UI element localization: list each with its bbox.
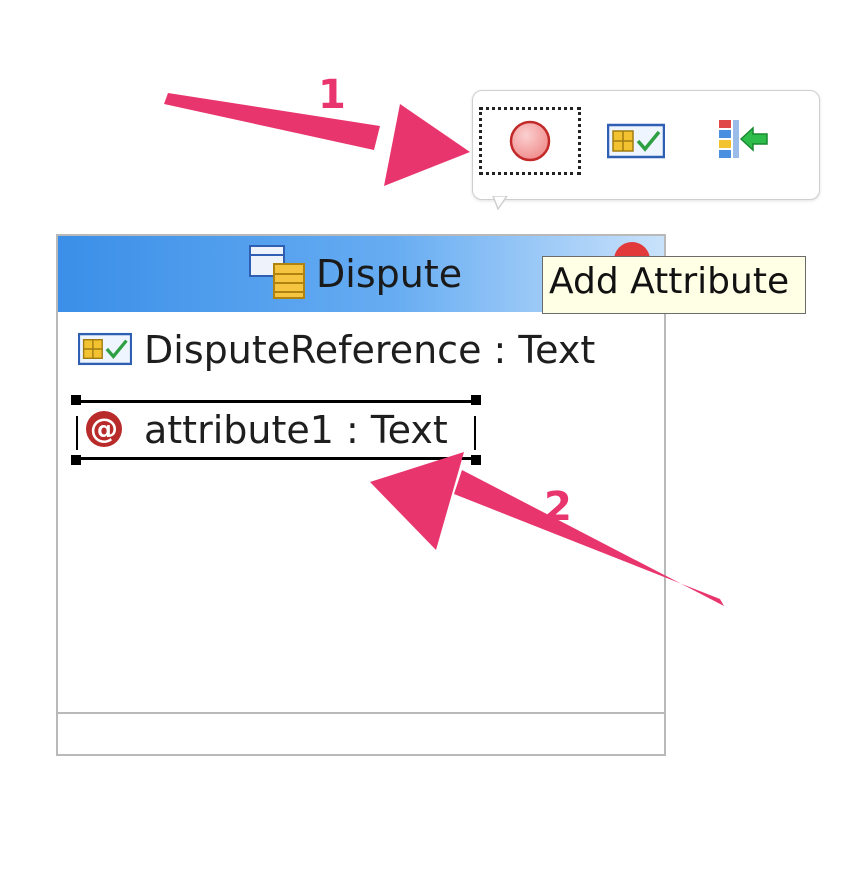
- annotation-arrows: [164, 93, 724, 606]
- arrow-1: [164, 93, 470, 186]
- annotation-label-2: 2: [544, 484, 572, 530]
- annotation-label-1: 1: [318, 72, 346, 118]
